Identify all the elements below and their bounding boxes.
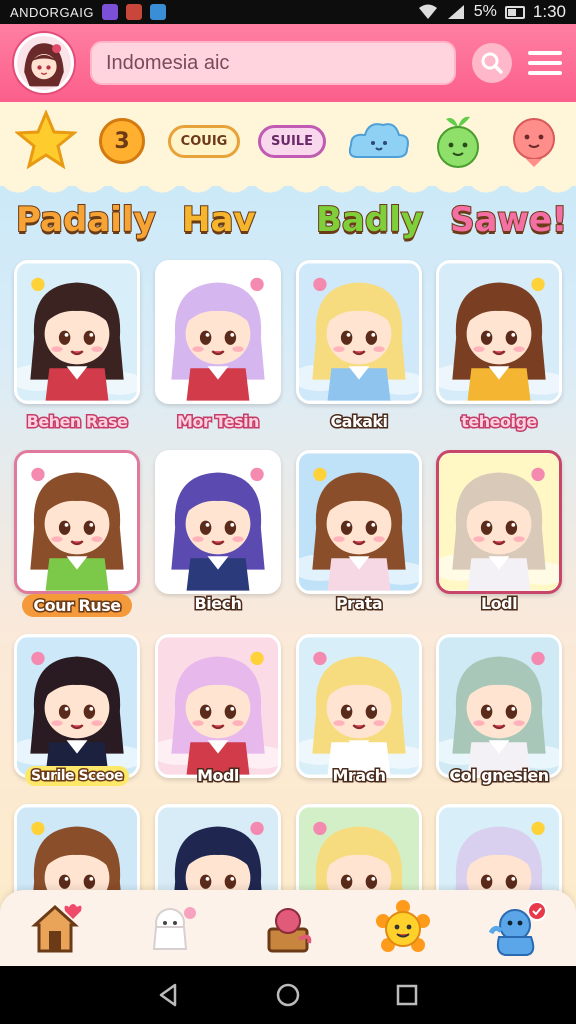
character-name: Mrach	[331, 765, 387, 787]
pill-label: COUIG	[167, 124, 241, 158]
character-card[interactable]	[296, 450, 422, 594]
app-screen: 3 COUIG SUILE	[0, 24, 576, 966]
character-name: Cour Ruse	[22, 594, 132, 617]
tab-sun[interactable]	[371, 896, 435, 960]
character-card[interactable]	[14, 634, 140, 778]
header-bar	[0, 24, 576, 102]
search-input[interactable]	[106, 51, 440, 75]
sun-face-icon	[376, 900, 431, 952]
system-nav-bar	[0, 966, 576, 1024]
character-portrait	[17, 637, 137, 775]
category-pill-couig[interactable]: COUIG	[166, 114, 242, 168]
star-icon	[15, 110, 77, 170]
character-name: Surile Sceoe	[25, 766, 129, 786]
character-portrait	[299, 637, 419, 775]
character-name: Prata	[334, 593, 384, 615]
profile-avatar[interactable]	[14, 33, 74, 93]
character-name: Lodl	[479, 593, 519, 615]
category-badge[interactable]: 3	[96, 114, 148, 168]
character-card[interactable]	[296, 634, 422, 778]
character-card[interactable]	[155, 634, 281, 778]
section-headings: Padaily Hav Badly Sawe!	[0, 196, 576, 256]
character-card[interactable]	[155, 260, 281, 404]
search-box[interactable]	[90, 41, 456, 85]
signal-icon	[447, 5, 464, 19]
character-portrait	[439, 453, 559, 591]
category-sprout[interactable]	[430, 114, 486, 168]
character-card[interactable]	[436, 634, 562, 778]
ghost-friends-icon	[152, 907, 196, 950]
search-button[interactable]	[472, 43, 512, 83]
character-name: Mor Tesin	[176, 411, 261, 433]
character-card[interactable]	[14, 450, 140, 594]
wifi-icon	[418, 4, 437, 19]
category-pink[interactable]	[504, 114, 564, 168]
character-card[interactable]	[296, 260, 422, 404]
character-portrait	[439, 263, 559, 401]
category-star[interactable]	[14, 110, 78, 170]
category-pill-suile[interactable]: SUILE	[256, 114, 328, 168]
character-card[interactable]	[14, 260, 140, 404]
character-name: Modl	[196, 765, 241, 787]
pill-label: SUILE	[258, 124, 326, 158]
shop-chest-icon	[267, 908, 312, 953]
character-portrait	[158, 637, 278, 775]
carrier-text: ANDORGAIG	[10, 4, 94, 20]
category-cloud[interactable]	[346, 114, 412, 168]
heading-padaily[interactable]: Padaily	[15, 199, 157, 241]
heading-sawe[interactable]: Sawe!	[449, 199, 568, 241]
book-app-icon	[125, 4, 142, 20]
tab-shop[interactable]	[256, 896, 320, 960]
home-icon[interactable]	[274, 981, 302, 1009]
category-strip: 3 COUIG SUILE	[0, 102, 576, 198]
character-name: Cakaki	[329, 411, 390, 433]
character-card[interactable]	[436, 450, 562, 594]
character-name: Col gnesien	[448, 765, 551, 787]
character-portrait	[17, 453, 137, 591]
battery-percent: 5%	[473, 3, 497, 20]
character-name: teheoige	[460, 411, 539, 433]
character-card[interactable]	[155, 450, 281, 594]
heading-hav[interactable]: Hav	[181, 199, 257, 241]
home-house-icon	[30, 904, 82, 953]
tab-home[interactable]	[26, 896, 90, 960]
blue-mascot-notification-icon	[489, 901, 548, 956]
download-app-icon	[149, 4, 166, 20]
clock: 1:30	[532, 2, 566, 21]
heart-app-icon	[101, 4, 118, 20]
search-icon	[481, 52, 503, 74]
recents-icon[interactable]	[393, 981, 421, 1009]
cloud-face-icon	[348, 123, 409, 158]
heading-badly[interactable]: Badly	[315, 199, 424, 241]
badge-count: 3	[99, 118, 145, 164]
back-icon[interactable]	[155, 981, 183, 1009]
status-bar: ANDORGAIG 5% 1:30	[0, 0, 576, 24]
bottom-tab-bar	[0, 890, 576, 966]
character-name: Behen Rase	[25, 411, 129, 433]
character-portrait	[158, 263, 278, 401]
battery-icon	[504, 5, 525, 19]
character-portrait	[17, 263, 137, 401]
tab-friends[interactable]	[141, 896, 205, 960]
character-portrait	[299, 453, 419, 591]
hamburger-menu-icon[interactable]	[528, 46, 562, 80]
tab-notifications[interactable]	[486, 896, 550, 960]
character-card[interactable]	[436, 260, 562, 404]
character-portrait	[299, 263, 419, 401]
sprout-face-icon	[437, 116, 479, 168]
character-portrait	[158, 453, 278, 591]
character-name: Biech	[193, 593, 243, 615]
pink-face-icon	[513, 118, 555, 167]
character-portrait	[439, 637, 559, 775]
